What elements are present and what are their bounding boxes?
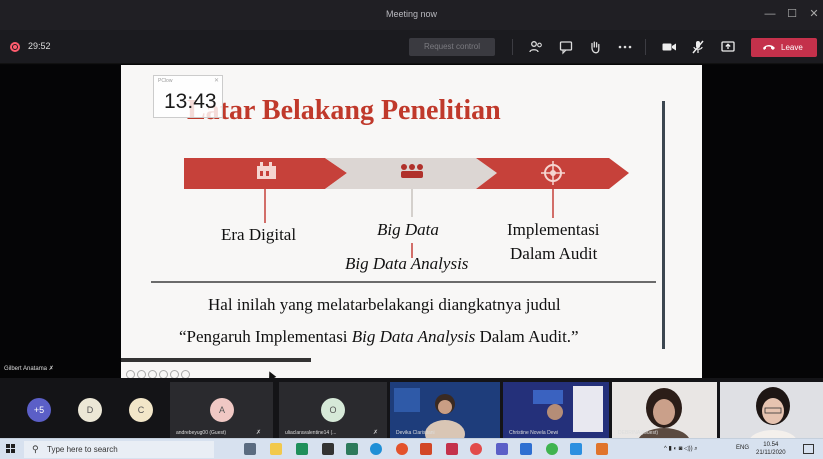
stage-label-big-data-analysis: Big Data Analysis — [345, 254, 469, 273]
store-icon[interactable] — [322, 443, 334, 455]
stage-label-dalam-audit: Dalam Audit — [510, 244, 598, 263]
meeting-timer: 29:52 — [28, 41, 51, 51]
slideshow-tools[interactable] — [126, 366, 216, 378]
participant-avatar[interactable]: C — [129, 398, 153, 422]
overflow-participants-badge[interactable]: +5 — [27, 398, 51, 422]
participant-name: DEBRINA (Guest) — [618, 430, 659, 436]
taskbar-search-box[interactable]: ⚲ Type here to search — [24, 441, 214, 458]
window-title: Meeting now — [385, 9, 438, 19]
participant-avatar[interactable]: D — [78, 398, 102, 422]
participant-name: Devika Claristiani — [396, 430, 435, 436]
mic-muted-icon[interactable] — [690, 39, 706, 55]
recording-icon — [10, 42, 20, 52]
leave-label: Leave — [781, 43, 803, 52]
chat-icon[interactable] — [558, 39, 574, 55]
app-icon[interactable] — [470, 443, 482, 455]
participants-strip: +5 D C A andrebeyug00 (Guest) ✗ O uliacl… — [0, 378, 823, 438]
mic-muted-icon: ✗ — [256, 430, 262, 436]
system-tray-icons[interactable]: ^ ▮ ◐ ◙ ◁)) ⌕ — [664, 445, 698, 453]
participant-avatar: A — [210, 398, 234, 422]
slide-vertical-rule — [662, 101, 665, 349]
close-button[interactable]: ✕ — [805, 6, 823, 22]
language-indicator[interactable]: ENG — [736, 445, 749, 451]
options-icon — [181, 370, 190, 378]
floating-clock-widget[interactable]: PClow ✕ 13:43 — [153, 75, 223, 118]
slide-body-line-2: “Pengaruh Implementasi Big Data Analysis… — [179, 327, 579, 346]
windows-start-icon[interactable] — [6, 444, 16, 454]
search-icon: ⚲ — [32, 444, 39, 454]
meeting-toolbar: 29:52 Request control Leave — [0, 30, 823, 64]
participants-icon[interactable] — [528, 39, 544, 55]
mic-muted-icon: ✗ — [373, 430, 379, 436]
windows-taskbar: ⚲ Type here to search ^ ▮ ◐ ◙ ◁)) ⌕ ENG … — [0, 438, 823, 459]
pen-icon — [148, 370, 157, 378]
stage-label-big-data: Big Data — [377, 220, 439, 239]
task-view-icon[interactable] — [244, 443, 256, 455]
word-icon[interactable] — [520, 443, 532, 455]
taskbar-time: 10.54 — [763, 442, 779, 448]
excel-icon[interactable] — [296, 443, 308, 455]
participant-tile[interactable]: O uliaclaravalentine14 (... ✗ — [279, 382, 387, 438]
leave-button[interactable]: Leave — [751, 38, 817, 57]
participant-video-tile[interactable] — [720, 382, 823, 438]
edge-icon[interactable] — [370, 443, 382, 455]
participant-video-tile[interactable]: Devika Claristiani — [390, 382, 500, 438]
clock-widget-header: PClow — [158, 78, 173, 84]
maximize-button[interactable]: ☐ — [783, 6, 801, 22]
shared-screen-stage: Latar Belakang Penelitian PClow ✕ 13:43 … — [0, 65, 823, 378]
camera-icon[interactable] — [661, 39, 677, 55]
share-screen-icon[interactable] — [720, 39, 736, 55]
chrome-icon[interactable] — [396, 443, 408, 455]
clock-close-icon[interactable]: ✕ — [214, 77, 219, 84]
search-placeholder: Type here to search — [47, 445, 118, 454]
grid-icon — [159, 370, 168, 378]
app-icon[interactable] — [596, 443, 608, 455]
people-network-icon — [401, 164, 423, 178]
stage-label-implementasi: Implementasi — [507, 220, 600, 239]
hang-up-icon — [763, 45, 775, 50]
participant-name: andrebeyug00 (Guest) — [176, 430, 227, 436]
presentation-slide: Latar Belakang Penelitian PClow ✕ 13:43 … — [121, 65, 702, 378]
request-control-button[interactable]: Request control — [409, 38, 495, 56]
taskbar-date: 21/11/2020 — [756, 450, 786, 456]
presenter-name: Gilbert Anatama ✗ — [4, 366, 54, 372]
slide-progress-marker — [304, 359, 307, 362]
app-icon[interactable] — [446, 443, 458, 455]
mic-muted-icon: ✗ — [48, 366, 54, 372]
teams-icon[interactable] — [496, 443, 508, 455]
line-icon[interactable] — [546, 443, 558, 455]
toolbar-separator — [512, 39, 513, 55]
file-explorer-icon[interactable] — [270, 443, 282, 455]
slide-title: Latar Belakang Penelitian — [187, 95, 501, 126]
toolbar-separator — [645, 39, 646, 55]
participant-name: Christine Novela Dewi — [509, 430, 559, 436]
participant-name: uliaclaravalentine14 (... — [285, 430, 337, 436]
more-icon[interactable] — [617, 39, 633, 55]
zoom-icon — [170, 370, 179, 378]
participant-avatar: O — [321, 398, 345, 422]
participant-video-tile[interactable]: Christine Novela Dewi — [503, 382, 609, 438]
stage-label-era-digital: Era Digital — [221, 225, 297, 244]
prev-slide-icon — [126, 370, 135, 378]
notification-icon[interactable] — [803, 444, 814, 454]
clock-time: 13:43 — [164, 90, 217, 113]
participant-tile[interactable]: A andrebeyug00 (Guest) ✗ — [170, 382, 273, 438]
slide-divider — [151, 281, 656, 283]
teams-window: Meeting now — ☐ ✕ 29:52 Request control — [0, 0, 823, 459]
slide-progress-bar — [121, 358, 311, 362]
raise-hand-icon[interactable] — [587, 39, 603, 55]
participant-video-tile[interactable]: DEBRINA (Guest) — [612, 382, 717, 438]
app-icon[interactable] — [346, 443, 358, 455]
powerpoint-icon[interactable] — [420, 443, 432, 455]
slide-body-line-1: Hal inilah yang melatarbelakangi diangka… — [208, 295, 561, 314]
participant-video — [720, 382, 823, 438]
minimize-button[interactable]: — — [761, 6, 779, 22]
app-icon[interactable] — [570, 443, 582, 455]
next-slide-icon — [137, 370, 146, 378]
title-bar: Meeting now — ☐ ✕ — [0, 0, 823, 30]
taskbar-clock[interactable]: 10.54 21/11/2020 — [756, 441, 786, 457]
